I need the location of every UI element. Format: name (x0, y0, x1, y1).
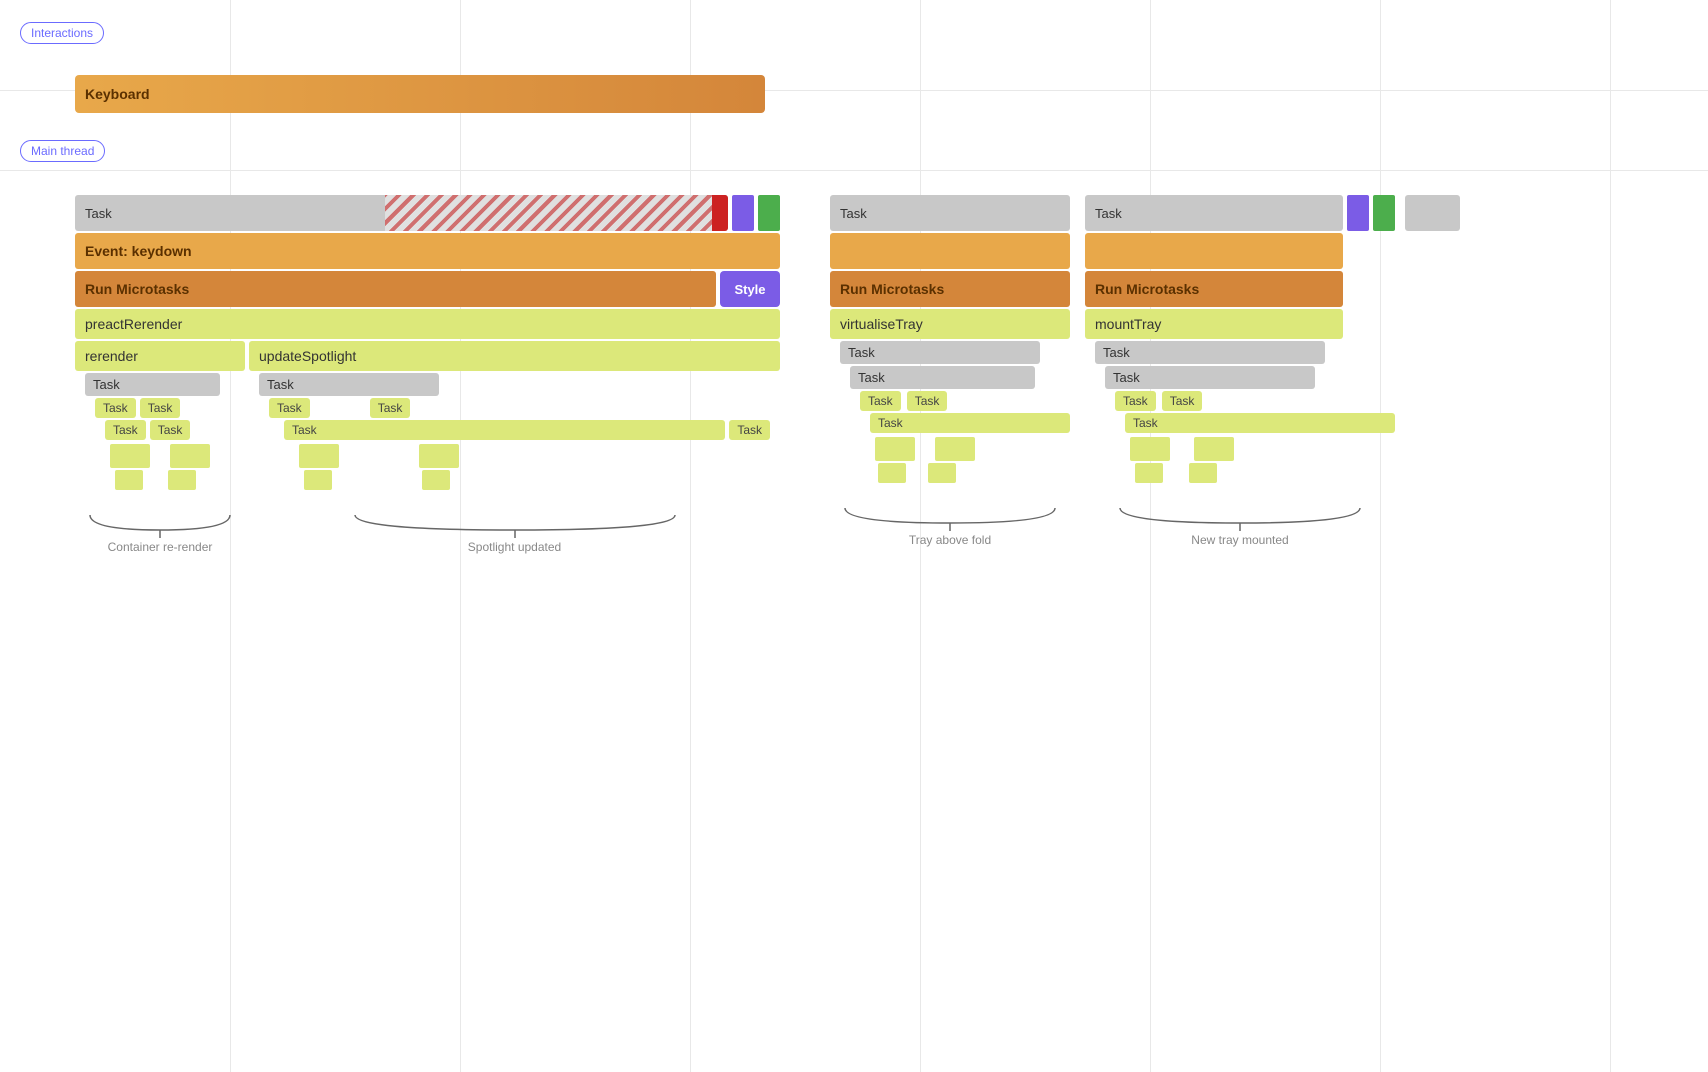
brace-spotlight-updated: Spotlight updated (249, 510, 780, 554)
right-group2: Task Run Microtasks mountTray Task Task (1085, 195, 1395, 547)
rerender-bar: rerender (75, 341, 245, 371)
mini-task-1: Task (95, 398, 136, 418)
mount-tray-bar: mountTray (1085, 309, 1343, 339)
task-rg2-3a: Task (1115, 391, 1156, 411)
task-rg1-1: Task (840, 341, 1040, 364)
sq-green-left (758, 195, 780, 231)
tiny-rg2-2 (1194, 437, 1234, 461)
hatch-overlay (385, 195, 728, 231)
mini-task-4: Task (370, 398, 411, 418)
keyboard-label: Keyboard (75, 75, 765, 113)
tiny-rg2-1 (1130, 437, 1170, 461)
task-rg2-1: Task (1095, 341, 1325, 364)
task-rg2-2: Task (1105, 366, 1315, 389)
brace-tray-above-fold: Tray above fold (830, 503, 1070, 547)
sq-green-rg2 (1373, 195, 1395, 231)
virtualise-tray-bar: virtualiseTray (830, 309, 1070, 339)
preact-rerender-bar: preactRerender (75, 309, 780, 339)
mini-task-deep-1: Task (105, 420, 146, 440)
tiny-sm-rg2-1 (1135, 463, 1163, 483)
run-microtasks-rg1: Run Microtasks (830, 271, 1070, 307)
mini-task-2: Task (140, 398, 181, 418)
left-group: Task Event: keydown Run Microtasks (75, 195, 780, 554)
mini-task-3: Task (269, 398, 310, 418)
run-microtasks-left: Run Microtasks (75, 271, 716, 307)
mini-task-deep-2: Task (150, 420, 191, 440)
right-box-small (1405, 195, 1465, 231)
task-spotlight-child: Task (259, 373, 439, 396)
tiny-sm-1 (115, 470, 143, 490)
task-rg2-4: Task (1125, 413, 1395, 433)
tiny-sm-rg1-2 (928, 463, 956, 483)
mini-task-deep-3: Task (284, 420, 725, 440)
task-bar-small (1405, 195, 1460, 231)
event-bar-rg1 (830, 233, 1070, 269)
task-rg1-2: Task (850, 366, 1035, 389)
tiny-sm-4 (422, 470, 450, 490)
mini-task-deep-4: Task (729, 420, 770, 440)
event-keydown-bar: Event: keydown (75, 233, 780, 269)
tiny-2 (170, 444, 210, 468)
tiny-1 (110, 444, 150, 468)
keyboard-bar: Keyboard (75, 75, 765, 113)
interactions-badge[interactable]: Interactions (20, 22, 104, 44)
style-bar: Style (720, 271, 780, 307)
task-bar-rg1: Task (830, 195, 1070, 231)
task-rg2-3b: Task (1162, 391, 1203, 411)
task-bar-rg2: Task (1085, 195, 1343, 231)
task-rg1-4: Task (870, 413, 1070, 433)
sq-purple-rg2 (1347, 195, 1369, 231)
task-rg1-3b: Task (907, 391, 948, 411)
tiny-sm-rg2-2 (1189, 463, 1217, 483)
sq-purple-left (732, 195, 754, 231)
tiny-sm-3 (304, 470, 332, 490)
main-thread-badge[interactable]: Main thread (20, 140, 105, 162)
right-group1: Task Run Microtasks virtualiseTray Task … (830, 195, 1070, 547)
tiny-3 (299, 444, 339, 468)
task-rg1-3a: Task (860, 391, 901, 411)
brace-new-tray-mounted: New tray mounted (1085, 503, 1395, 547)
tiny-sm-rg1-1 (878, 463, 906, 483)
task-rerender-child: Task (85, 373, 220, 396)
tiny-4 (419, 444, 459, 468)
event-bar-rg2 (1085, 233, 1343, 269)
tiny-rg1-1 (875, 437, 915, 461)
brace-container-rerender: Container re-render (75, 510, 245, 554)
run-microtasks-rg2: Run Microtasks (1085, 271, 1343, 307)
update-spotlight-bar: updateSpotlight (249, 341, 780, 371)
tiny-rg1-2 (935, 437, 975, 461)
tiny-sm-2 (168, 470, 196, 490)
